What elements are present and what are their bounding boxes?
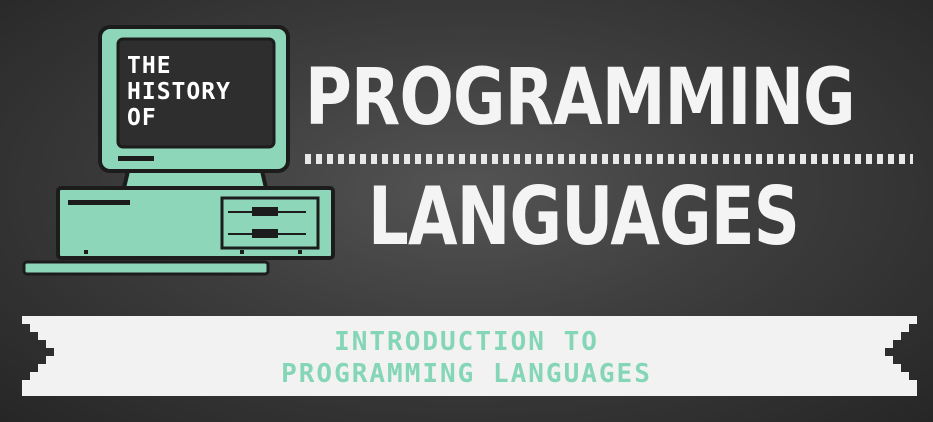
title-programming: PROGRAMMING	[305, 53, 856, 143]
screen-line-of: OF	[127, 105, 157, 131]
title-languages: LANGUAGES	[368, 170, 800, 263]
banner-text: INTRODUCTION TO PROGRAMMING LANGUAGES	[0, 326, 933, 390]
banner-line-programming: PROGRAMMING LANGUAGES	[281, 359, 652, 389]
dotted-divider	[305, 154, 913, 164]
banner-line-intro: INTRODUCTION TO	[334, 327, 599, 357]
retro-computer-icon	[22, 25, 335, 276]
screen-line-history: HISTORY	[127, 79, 231, 105]
screen-line-the: THE	[127, 53, 172, 79]
